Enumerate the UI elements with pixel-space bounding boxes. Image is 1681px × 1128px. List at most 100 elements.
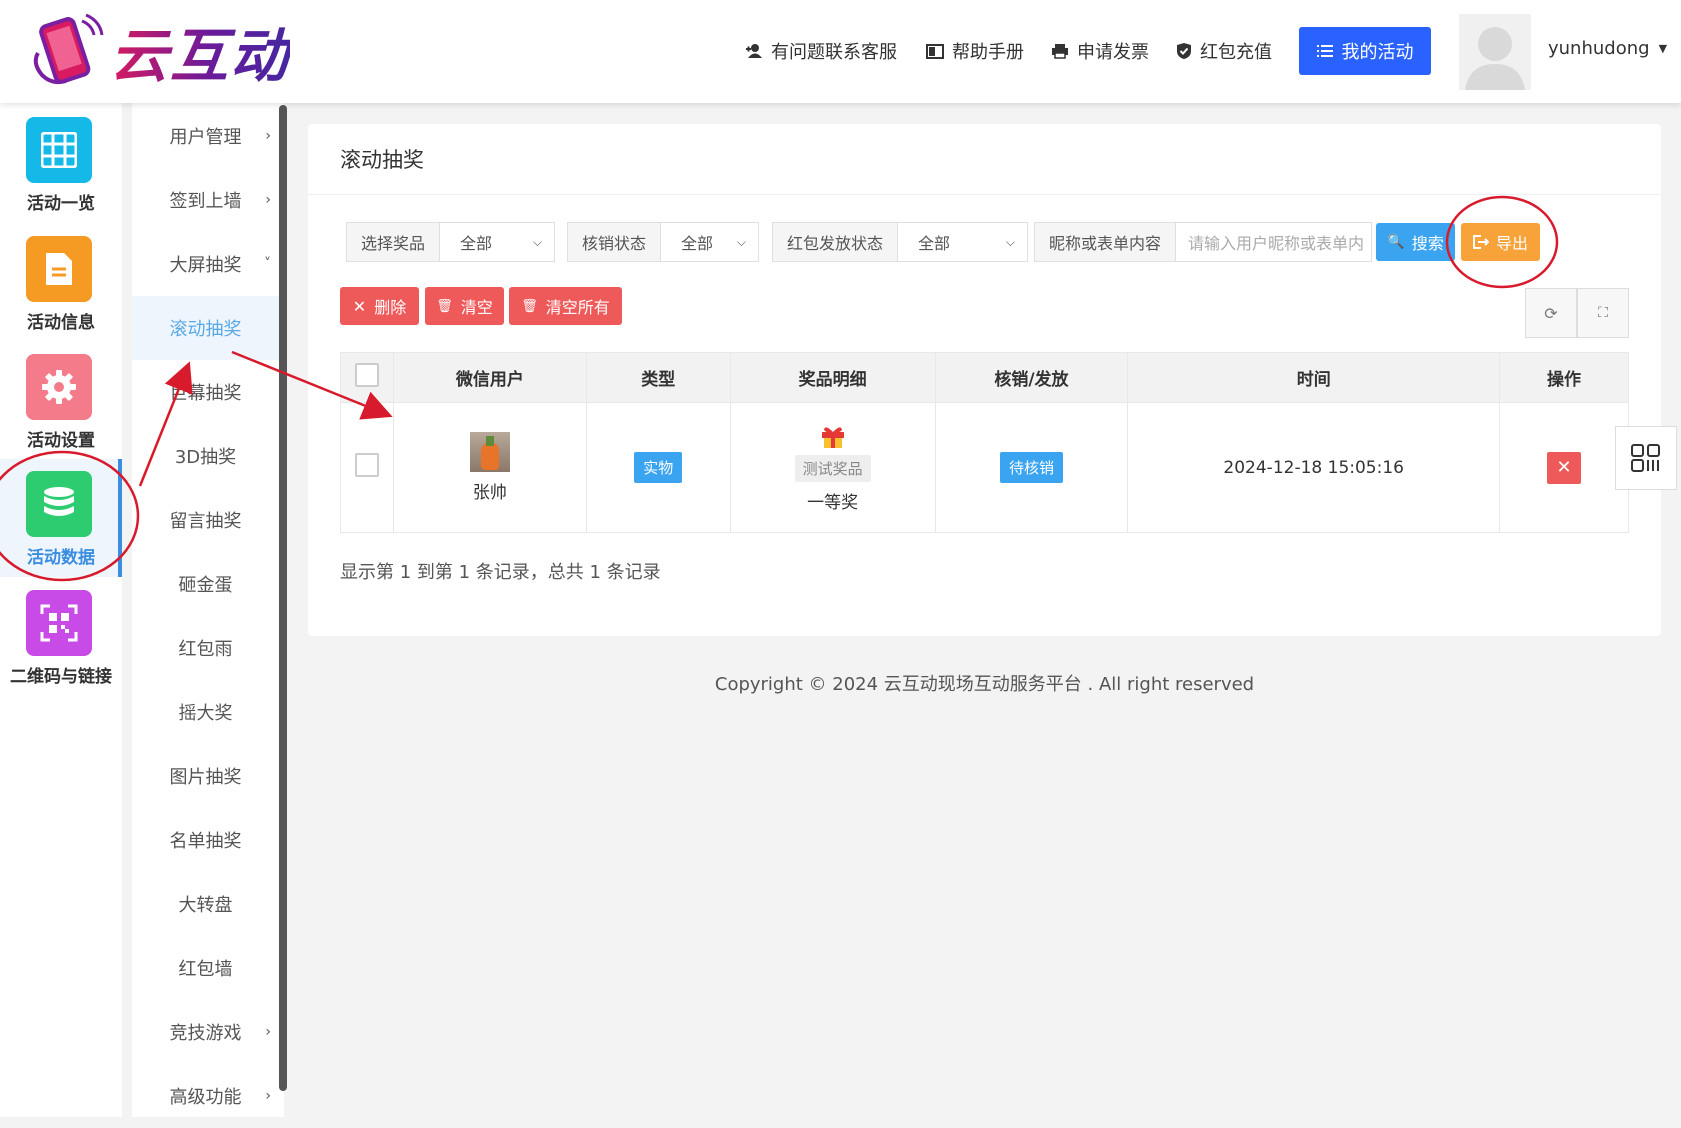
redpack-recharge-link[interactable]: 红包充值 — [1176, 28, 1272, 74]
column-header[interactable]: 类型 — [585, 352, 731, 403]
trash-icon: 🗑 — [521, 298, 538, 314]
trash-icon: 🗑 — [436, 298, 453, 314]
column-header[interactable]: 操作 — [1499, 352, 1629, 403]
grid-icon — [26, 117, 92, 183]
divider — [308, 194, 1661, 195]
verify-status-select[interactable]: 全部 ⌵ — [661, 223, 758, 261]
submenu-label: 大屏抽奖 — [169, 255, 242, 276]
submenu-item-redpack-wall[interactable]: 红包墙 — [132, 936, 279, 1000]
help-manual-link[interactable]: 帮助手册 — [926, 28, 1024, 74]
chevron-right-icon: › — [265, 128, 271, 144]
logo[interactable]: 云互动 — [28, 12, 290, 90]
sidebar-item-activity-list[interactable]: 活动一览 — [0, 105, 122, 223]
submenu-label: 巨幕抽奖 — [169, 383, 242, 404]
search-button[interactable]: 🔍 搜索 — [1376, 223, 1455, 261]
submenu-label: 用户管理 — [169, 127, 242, 148]
refresh-icon: ⟳ — [1544, 303, 1558, 323]
records-table: 微信用户 类型 奖品明细 核销/发放 时间 操作 张帅 实物 测试奖品 一等奖 … — [340, 352, 1629, 533]
redpack-status-select[interactable]: 全部 ⌵ — [898, 223, 1027, 261]
apply-invoice-label: 申请发票 — [1077, 42, 1149, 63]
submenu-item-big-screen-lottery[interactable]: 大屏抽奖 ˅ — [132, 232, 279, 296]
keyword-input[interactable]: 请输入用户昵称或表单内 — [1176, 223, 1371, 261]
submenu-item-redpack-rain[interactable]: 红包雨 — [132, 616, 279, 680]
refresh-button[interactable]: ⟳ — [1525, 288, 1577, 338]
prize-filter: 选择奖品 全部 ⌵ — [346, 222, 555, 262]
submenu-label: 红包墙 — [178, 959, 233, 980]
database-icon — [26, 471, 92, 537]
user-cell: 张帅 — [392, 402, 587, 533]
select-all-checkbox[interactable] — [354, 363, 379, 387]
sidebar-item-activity-settings[interactable]: 活动设置 — [0, 342, 122, 460]
prize-name: 测试奖品 — [794, 454, 871, 482]
apply-invoice-link[interactable]: 申请发票 — [1051, 28, 1149, 74]
redpack-status-label: 红包发放状态 — [773, 223, 899, 261]
list-icon — [1316, 45, 1333, 57]
submenu-item-user-management[interactable]: 用户管理 › — [132, 104, 279, 168]
submenu-label: 摇大奖 — [178, 703, 233, 724]
copyright: Copyright © 2024 云互动现场互动服务平台 . All right… — [714, 674, 1255, 695]
delete-button[interactable]: ✕ 删除 — [340, 287, 419, 325]
column-header[interactable]: 奖品明细 — [729, 352, 936, 403]
prize-filter-label: 选择奖品 — [347, 223, 441, 261]
sidebar-label: 活动信息 — [27, 313, 95, 333]
search-icon: 🔍 — [1387, 234, 1405, 250]
submenu-item-rolling-lottery[interactable]: 滚动抽奖 — [132, 296, 279, 360]
row-delete-button[interactable]: ✕ — [1547, 451, 1582, 484]
row-checkbox[interactable] — [354, 453, 379, 477]
submenu-scrollbar[interactable] — [279, 105, 287, 1091]
prize-select[interactable]: 全部 ⌵ — [440, 223, 554, 261]
select-all-cell — [340, 352, 394, 403]
column-header[interactable]: 核销/发放 — [934, 352, 1129, 403]
submenu-item-checkin-wall[interactable]: 签到上墙 › — [132, 168, 279, 232]
my-activity-button[interactable]: 我的活动 — [1299, 27, 1431, 75]
status-cell: 待核销 — [934, 402, 1129, 533]
clear-button[interactable]: 🗑 清空 — [425, 287, 504, 325]
export-button[interactable]: 导出 — [1461, 223, 1540, 261]
submenu-item-giant-screen-lottery[interactable]: 巨幕抽奖 — [132, 360, 279, 424]
status-badge: 待核销 — [999, 452, 1063, 483]
submenu-item-image-lottery[interactable]: 图片抽奖 — [132, 744, 279, 808]
contact-support-link[interactable]: 有问题联系客服 — [745, 28, 897, 74]
keyword-filter: 昵称或表单内容 请输入用户昵称或表单内 — [1034, 222, 1372, 262]
submenu-item-advanced[interactable]: 高级功能 › — [132, 1064, 279, 1128]
sidebar-item-activity-info[interactable]: 活动信息 — [0, 224, 122, 342]
type-badge: 实物 — [634, 452, 683, 483]
floating-qrcode-button[interactable] — [1615, 426, 1677, 490]
prize-cell: 测试奖品 一等奖 — [729, 402, 936, 533]
action-cell: ✕ — [1499, 402, 1629, 533]
submenu-label: 留言抽奖 — [169, 511, 242, 532]
sidebar-item-qrcode-link[interactable]: 二维码与链接 — [0, 578, 122, 696]
chevron-down-icon: ⌵ — [532, 234, 542, 249]
phone-logo-icon — [33, 13, 104, 85]
export-icon — [1472, 235, 1489, 249]
page-title: 滚动抽奖 — [340, 148, 424, 172]
column-header[interactable]: 时间 — [1127, 352, 1501, 403]
submenu-item-competitive-games[interactable]: 竞技游戏 › — [132, 1000, 279, 1064]
submenu-item-list-lottery[interactable]: 名单抽奖 — [132, 808, 279, 872]
submenu-label: 高级功能 — [169, 1087, 242, 1108]
submenu-label: 砸金蛋 — [178, 575, 233, 596]
table-row: 张帅 实物 测试奖品 一等奖 待核销 2024-12-18 15:05:16 ✕ — [340, 402, 1629, 533]
contact-support-label: 有问题联系客服 — [771, 42, 897, 63]
sidebar-label: 活动数据 — [27, 548, 95, 568]
submenu-item-shake-prize[interactable]: 摇大奖 — [132, 680, 279, 744]
printer-icon — [1052, 44, 1068, 59]
submenu-item-3d-lottery[interactable]: 3D抽奖 — [132, 424, 279, 488]
fullscreen-button[interactable]: ⛶ — [1577, 288, 1629, 338]
column-header[interactable]: 微信用户 — [392, 352, 587, 403]
sidebar-item-activity-data[interactable]: 活动数据 — [0, 459, 122, 577]
user-avatar — [469, 432, 510, 472]
chevron-down-icon: ˅ — [264, 256, 271, 272]
clear-all-button[interactable]: 🗑 清空所有 — [509, 287, 622, 325]
chevron-right-icon: › — [265, 192, 271, 208]
chevron-down-icon: ⌵ — [736, 234, 746, 249]
chevron-right-icon: › — [265, 1088, 271, 1104]
submenu-item-message-lottery[interactable]: 留言抽奖 — [132, 488, 279, 552]
avatar[interactable] — [1459, 14, 1531, 90]
submenu-label: 图片抽奖 — [169, 767, 242, 788]
help-manual-label: 帮助手册 — [952, 42, 1024, 63]
submenu-label: 签到上墙 — [169, 191, 242, 212]
submenu-item-wheel[interactable]: 大转盘 — [132, 872, 279, 936]
user-menu[interactable]: yunhudong ▼ — [1548, 38, 1667, 59]
submenu-item-golden-egg[interactable]: 砸金蛋 — [132, 552, 279, 616]
